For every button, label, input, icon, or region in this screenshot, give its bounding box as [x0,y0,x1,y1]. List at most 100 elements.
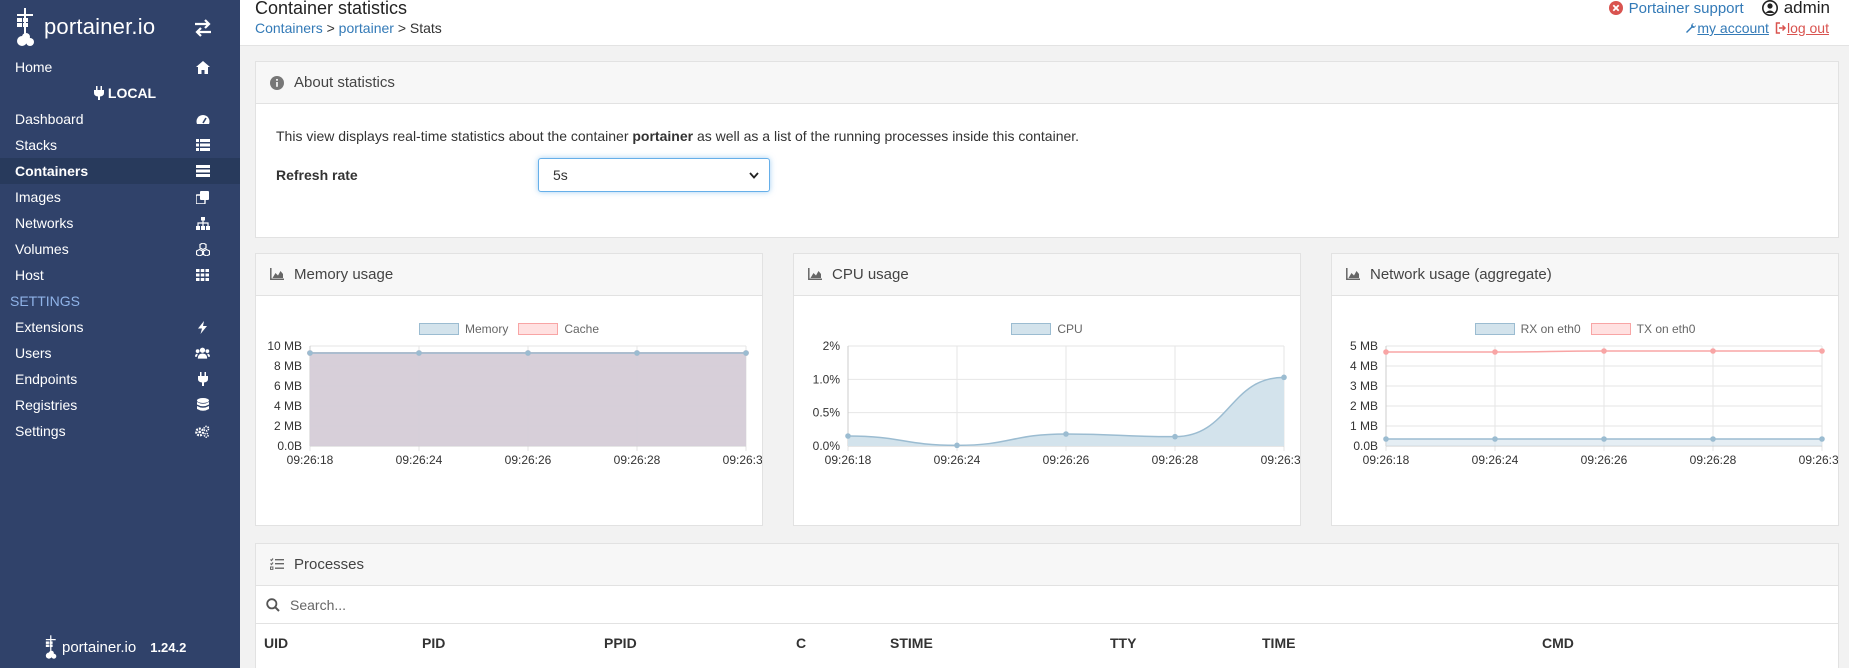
bolt-icon [195,320,210,335]
y-tick-label: 2 MB [1350,399,1378,413]
sidebar-item-settings[interactable]: Settings [0,418,240,444]
footer-brand: portainer.io [62,638,137,656]
logout-link[interactable]: log out [1775,20,1829,36]
y-tick-label: 0.0B [1353,439,1378,453]
x-tick-label: 09:26:26 [1043,453,1090,467]
data-point [954,442,960,449]
endpoint-title: LOCAL [0,80,240,106]
sidebar-item-label: Extensions [15,319,84,335]
sidebar-item-label: Images [15,189,61,205]
clone-icon [195,190,210,205]
area-chart-icon [270,267,284,282]
sidebar-item-label: Dashboard [15,111,84,127]
about-panel: About statistics This view displays real… [255,61,1839,238]
about-description: This view displays real-time statistics … [276,128,1818,144]
processes-panel-header: Processes [256,544,1838,586]
x-tick-label: 09:26:28 [1152,453,1199,467]
area-chart-icon [808,267,822,282]
portainer-logo-small-icon [44,634,60,660]
about-panel-header: About statistics [256,62,1838,104]
sidebar-item-dashboard[interactable]: Dashboard [0,106,240,132]
memory-panel-header: Memory usage [256,254,762,296]
user-circle-icon [1761,0,1778,16]
data-point [1492,436,1498,442]
breadcrumb-container[interactable]: portainer [339,20,394,36]
breadcrumb-separator: > [393,20,410,36]
column-header-time[interactable]: TIME [1262,635,1295,651]
cpu-chart: CPU 2% 1.0% 0.5% 0.0% 09:26:18 09:26:24 09:26:… [794,296,1300,515]
support-label: Portainer support [1628,0,1744,17]
portainer-logo-icon[interactable] [14,6,40,48]
refresh-rate-select[interactable]: 5s [538,158,770,192]
column-header-c[interactable]: C [796,635,806,651]
refresh-label: Refresh rate [276,167,358,183]
toggle-sidebar-icon[interactable] [192,17,214,39]
sidebar-item-networks[interactable]: Networks [0,210,240,236]
data-point [1819,348,1825,354]
column-header-cmd[interactable]: CMD [1542,635,1574,651]
x-tick-label: 09:26:30 [1799,453,1838,467]
sidebar-item-images[interactable]: Images [0,184,240,210]
memory-chart: Memory Cache 10 MB 8 MB 6 MB 4 MB 2 MB 0.0B 09… [256,296,762,515]
sidebar-item-label: Stacks [15,137,58,153]
sidebar-item-containers[interactable]: Containers [0,158,240,184]
sidebar-item-stacks[interactable]: Stacks [0,132,240,158]
process-search-row [256,586,1838,624]
settings-section-title: SETTINGS [10,293,81,309]
data-point [1383,349,1389,355]
cpu-chart-svg: 2% 1.0% 0.5% 0.0%09:26:18 09:26:24 09:26:26 09… [813,339,1300,467]
y-tick-label: 1.0% [813,372,841,386]
x-tick-label: 09:26:30 [1261,453,1300,467]
brand-name[interactable]: portainer.io [44,14,155,40]
y-tick-label: 5 MB [1350,339,1378,353]
my-account-link[interactable]: my account [1685,20,1769,36]
column-header-tty[interactable]: TTY [1110,635,1136,651]
y-tick-label: 10 MB [267,339,302,353]
breadcrumb-containers[interactable]: Containers [255,20,323,36]
data-point [525,350,531,356]
cpu-panel-header: CPU usage [794,254,1300,296]
column-header-pid[interactable]: PID [422,635,445,651]
column-header-ppid[interactable]: PPID [604,635,637,651]
memory-usage-panel: Memory usage Memory Cache 10 MB 8 MB 6 MB 4… [255,253,763,526]
x-tick-label: 09:26:24 [396,453,443,467]
data-point [743,350,749,356]
data-point [845,433,851,439]
brand: portainer.io [0,0,240,54]
wrench-icon [1685,22,1697,34]
network-panel-title: Network usage (aggregate) [1370,266,1552,283]
data-point [1710,348,1716,354]
memory-chart-svg: 10 MB 8 MB 6 MB 4 MB 2 MB 0.0B09:26:18 09:26:2… [267,339,762,467]
sidebar-item-host[interactable]: Host [0,262,240,288]
logout-label: log out [1786,20,1829,36]
data-point [1383,436,1389,442]
network-usage-panel: Network usage (aggregate) RX on eth0 TX … [1331,253,1839,526]
y-tick-label: 4 MB [1350,359,1378,373]
column-header-uid[interactable]: UID [264,635,288,651]
process-search-input[interactable] [290,596,890,613]
y-tick-label: 0.5% [813,406,841,420]
about-container-name: portainer [632,128,694,144]
refresh-rate-value: 5s [553,167,568,183]
about-body: This view displays real-time statistics … [256,104,1838,208]
column-header-stime[interactable]: STIME [890,635,933,651]
sidebar-item-users[interactable]: Users [0,340,240,366]
y-tick-label: 8 MB [274,359,302,373]
server-icon [195,164,210,179]
sidebar-item-volumes[interactable]: Volumes [0,236,240,262]
sidebar-item-label: Volumes [15,241,69,257]
support-link[interactable]: Portainer support [1608,0,1744,17]
data-point [1063,431,1069,437]
sidebar-item-home[interactable]: Home [0,54,240,80]
sidebar-item-extensions[interactable]: Extensions [0,314,240,340]
plug-icon [93,86,104,100]
x-tick-label: 09:26:18 [825,453,872,467]
sidebar-item-registries[interactable]: Registries [0,392,240,418]
sidebar-item-endpoints[interactable]: Endpoints [0,366,240,392]
about-text-before: This view displays real-time statistics … [276,128,633,144]
x-tick-label: 09:26:26 [505,453,552,467]
th-list-icon [195,138,210,153]
y-tick-label: 4 MB [274,399,302,413]
sidebar-item-label: Containers [15,163,89,179]
data-point [1281,374,1287,381]
